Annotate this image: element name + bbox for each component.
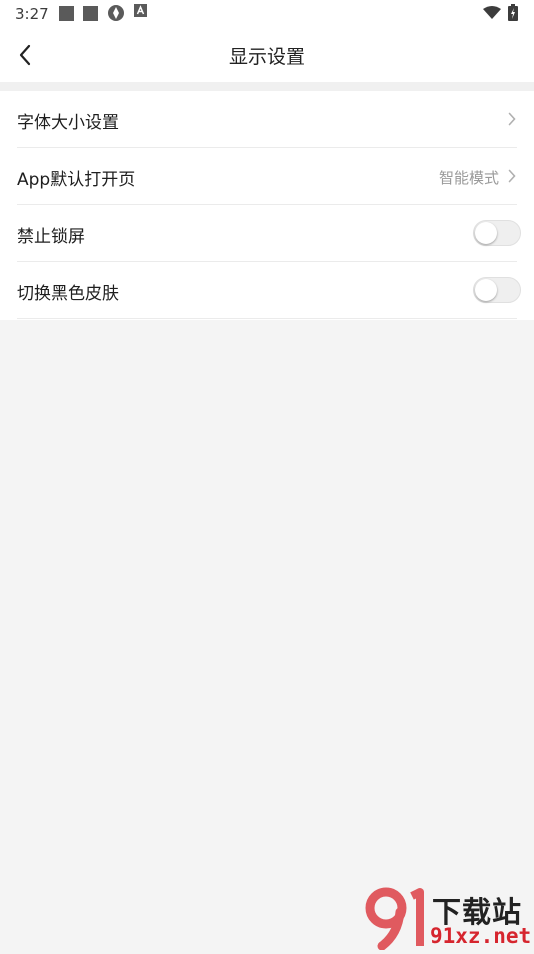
title-bar: 显示设置 [0, 28, 534, 82]
status-time: 3:27 [15, 5, 49, 23]
notification-icon [59, 6, 74, 21]
setting-label: 字体大小设置 [17, 113, 119, 133]
watermark-91-icon [365, 887, 424, 951]
settings-list: 字体大小设置 App默认打开页 智能模式 禁止锁屏 切换黑色皮肤 [0, 91, 534, 320]
setting-label: 禁止锁屏 [17, 227, 85, 247]
setting-default-page[interactable]: App默认打开页 智能模式 [17, 148, 517, 205]
battery-icon [508, 4, 518, 21]
section-divider [0, 82, 534, 91]
setting-label: 切换黑色皮肤 [17, 284, 119, 304]
status-bar: 3:27 [0, 0, 534, 28]
setting-dark-skin: 切换黑色皮肤 [17, 262, 521, 319]
keyboard-a-icon [134, 4, 147, 17]
aperture-icon [108, 5, 124, 21]
notification-icon [83, 6, 98, 21]
keep-screen-on-toggle[interactable] [473, 220, 521, 246]
setting-keep-screen-on: 禁止锁屏 [17, 205, 521, 262]
wifi-icon [483, 6, 501, 19]
dark-skin-toggle[interactable] [473, 277, 521, 303]
chevron-right-icon [508, 169, 516, 183]
toggle-knob [475, 222, 497, 244]
setting-value: 智能模式 [438, 169, 499, 187]
toggle-knob [475, 279, 497, 301]
watermark-url: 91xz.net [430, 924, 532, 948]
chevron-right-icon [508, 112, 516, 126]
watermark-logo: 下载站 91xz.net [362, 886, 534, 951]
setting-label: App默认打开页 [17, 170, 136, 190]
setting-font-size[interactable]: 字体大小设置 [17, 91, 517, 148]
page-title: 显示设置 [228, 46, 305, 68]
